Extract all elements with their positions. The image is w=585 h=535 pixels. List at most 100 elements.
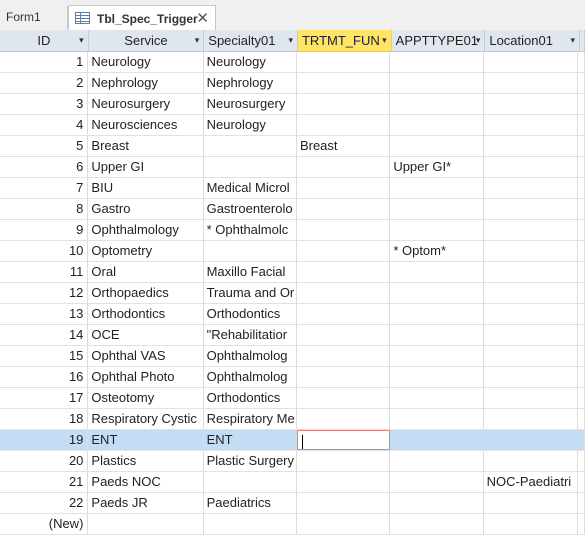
cell-trtmt-fun[interactable] xyxy=(297,220,391,240)
cell-specialty01[interactable]: Paediatrics xyxy=(204,493,297,513)
cell-appttype01[interactable] xyxy=(390,199,484,219)
cell-service[interactable] xyxy=(88,514,204,534)
cell-specialty01[interactable]: "Rehabilitatior xyxy=(204,325,297,345)
table-row[interactable]: 2 Nephrology Nephrology xyxy=(0,73,585,94)
cell-location01[interactable] xyxy=(484,367,579,387)
cell-location01[interactable] xyxy=(484,514,579,534)
cell-service[interactable]: Neurosurgery xyxy=(88,94,204,114)
new-record-row[interactable]: (New) xyxy=(0,514,585,535)
cell-appttype01[interactable] xyxy=(390,493,484,513)
cell-specialty01[interactable]: Plastic Surgery xyxy=(204,451,297,471)
cell-trtmt-fun[interactable]: Breast xyxy=(297,136,391,156)
table-row[interactable]: 18 Respiratory Cystic Respiratory Me xyxy=(0,409,585,430)
cell-specialty01[interactable]: Orthodontics xyxy=(204,388,297,408)
table-row[interactable]: 20 Plastics Plastic Surgery xyxy=(0,451,585,472)
cell-trtmt-fun[interactable] xyxy=(297,514,391,534)
table-row[interactable]: 9 Ophthalmology * Ophthalmolc xyxy=(0,220,585,241)
cell-specialty01[interactable]: Neurology xyxy=(204,115,297,135)
cell-appttype01[interactable] xyxy=(390,430,484,450)
cell-service[interactable]: Nephrology xyxy=(88,73,204,93)
column-header-specialty01[interactable]: Specialty01 ▾ xyxy=(204,30,298,51)
cell-specialty01[interactable]: Medical Microl xyxy=(204,178,297,198)
cell-trtmt-fun[interactable] xyxy=(297,367,391,387)
cell-location01[interactable] xyxy=(484,409,579,429)
cell-service[interactable]: Neurosciences xyxy=(88,115,204,135)
cell-location01[interactable] xyxy=(484,451,579,471)
cell-trtmt-fun[interactable] xyxy=(297,409,391,429)
cell-service[interactable]: Orthopaedics xyxy=(88,283,204,303)
cell-specialty01[interactable]: Neurology xyxy=(204,52,297,72)
cell-service[interactable]: Breast xyxy=(88,136,204,156)
cell-service[interactable]: Ophthal VAS xyxy=(88,346,204,366)
cell-location01[interactable] xyxy=(484,346,579,366)
cell-appttype01[interactable]: * Optom* xyxy=(390,241,484,261)
cell-appttype01[interactable] xyxy=(390,388,484,408)
cell-location01[interactable] xyxy=(484,304,579,324)
table-row[interactable]: 19 ENT ENT xyxy=(0,430,585,451)
column-header-location01[interactable]: Location01 ▾ xyxy=(485,30,581,51)
table-row[interactable]: 17 Osteotomy Orthodontics xyxy=(0,388,585,409)
table-row[interactable]: 14 OCE "Rehabilitatior xyxy=(0,325,585,346)
cell-appttype01[interactable] xyxy=(390,346,484,366)
cell-service[interactable]: OCE xyxy=(88,325,204,345)
cell-appttype01[interactable] xyxy=(390,451,484,471)
cell-location01[interactable] xyxy=(484,241,579,261)
table-row[interactable]: 7 BIU Medical Microl xyxy=(0,178,585,199)
cell-specialty01[interactable]: Gastroenterolo xyxy=(204,199,297,219)
cell-trtmt-fun[interactable] xyxy=(297,178,391,198)
close-icon[interactable]: ✕ xyxy=(196,6,209,32)
table-row[interactable]: 6 Upper GI Upper GI* xyxy=(0,157,585,178)
cell-specialty01[interactable]: ENT xyxy=(204,430,297,450)
cell-appttype01[interactable] xyxy=(390,367,484,387)
cell-trtmt-fun[interactable] xyxy=(297,325,391,345)
cell-trtmt-fun[interactable] xyxy=(297,199,391,219)
cell-location01[interactable] xyxy=(484,52,579,72)
table-row[interactable]: 1 Neurology Neurology xyxy=(0,52,585,73)
cell-trtmt-fun[interactable] xyxy=(297,73,391,93)
cell-trtmt-fun[interactable] xyxy=(297,262,391,282)
table-row[interactable]: 4 Neurosciences Neurology xyxy=(0,115,585,136)
cell-appttype01[interactable]: Upper GI* xyxy=(390,157,484,177)
cell-trtmt-fun[interactable] xyxy=(297,94,391,114)
cell-specialty01[interactable] xyxy=(204,472,297,492)
cell-service[interactable]: Paeds JR xyxy=(88,493,204,513)
cell-appttype01[interactable] xyxy=(390,73,484,93)
table-row[interactable]: 21 Paeds NOC NOC-Paediatri xyxy=(0,472,585,493)
cell-specialty01[interactable]: Neurosurgery xyxy=(204,94,297,114)
chevron-down-icon[interactable]: ▾ xyxy=(476,30,481,51)
cell-appttype01[interactable] xyxy=(390,283,484,303)
cell-trtmt-fun[interactable] xyxy=(297,493,391,513)
cell-specialty01[interactable]: Maxillo Facial xyxy=(204,262,297,282)
cell-specialty01[interactable] xyxy=(204,241,297,261)
cell-service[interactable]: Upper GI xyxy=(88,157,204,177)
tab-tbl-spec-trigger[interactable]: Tbl_Spec_Trigger ✕ xyxy=(68,5,216,31)
cell-trtmt-fun[interactable] xyxy=(297,346,391,366)
table-row[interactable]: 15 Ophthal VAS Ophthalmolog xyxy=(0,346,585,367)
chevron-down-icon[interactable]: ▾ xyxy=(195,30,200,51)
tab-form1[interactable]: Form1 xyxy=(0,6,68,29)
cell-location01[interactable]: NOC-Paediatri xyxy=(484,472,579,492)
column-header-id[interactable]: ID ▾ xyxy=(0,30,89,51)
cell-specialty01[interactable] xyxy=(204,136,297,156)
cell-trtmt-fun[interactable] xyxy=(297,241,391,261)
cell-specialty01[interactable]: Ophthalmolog xyxy=(204,367,297,387)
cell-location01[interactable] xyxy=(484,262,579,282)
cell-service[interactable]: Orthodontics xyxy=(88,304,204,324)
cell-location01[interactable] xyxy=(484,178,579,198)
table-row[interactable]: 11 Oral Maxillo Facial xyxy=(0,262,585,283)
cell-trtmt-fun[interactable] xyxy=(297,451,391,471)
column-header-service[interactable]: Service ▾ xyxy=(89,30,205,51)
cell-location01[interactable] xyxy=(484,94,579,114)
cell-location01[interactable] xyxy=(484,325,579,345)
cell-service[interactable]: Neurology xyxy=(88,52,204,72)
cell-trtmt-fun[interactable] xyxy=(297,283,391,303)
cell-location01[interactable] xyxy=(484,199,579,219)
cell-trtmt-fun[interactable] xyxy=(297,388,391,408)
cell-appttype01[interactable] xyxy=(390,52,484,72)
cell-trtmt-fun[interactable] xyxy=(297,52,391,72)
cell-trtmt-fun[interactable] xyxy=(297,472,391,492)
cell-appttype01[interactable] xyxy=(390,325,484,345)
cell-service[interactable]: Optometry xyxy=(88,241,204,261)
cell-trtmt-fun[interactable] xyxy=(297,157,391,177)
cell-appttype01[interactable] xyxy=(390,220,484,240)
